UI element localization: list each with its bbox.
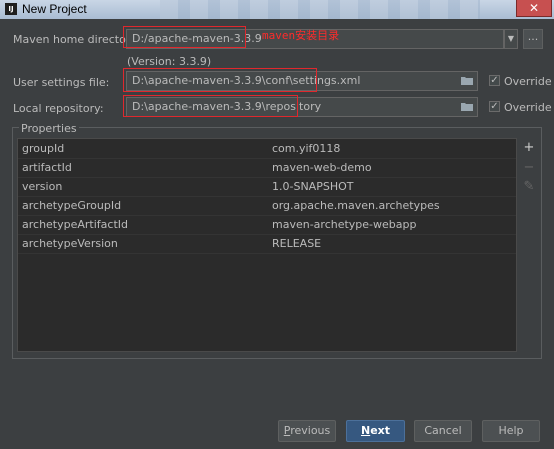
property-value: com.yif0118 [272, 142, 341, 155]
previous-button[interactable]: Previous [278, 420, 336, 442]
maven-home-annotation: maven安装目录 [262, 29, 340, 42]
app-icon: IJ [5, 3, 17, 15]
table-row[interactable]: archetypeArtifactId maven-archetype-weba… [18, 215, 516, 234]
next-label: ext [370, 424, 391, 437]
table-row[interactable]: archetypeVersion RELEASE [18, 234, 516, 253]
chevron-down-icon: ▼ [507, 34, 515, 43]
annotation-highlight-maven-home [123, 26, 246, 48]
property-key: version [22, 180, 63, 193]
folder-icon[interactable] [461, 102, 473, 111]
add-property-button[interactable]: + [522, 140, 536, 155]
properties-table[interactable]: groupId com.yif0118 artifactId maven-web… [17, 138, 517, 352]
remove-property-button[interactable]: − [522, 160, 536, 175]
property-key: groupId [22, 142, 65, 155]
window-title: New Project [22, 2, 87, 16]
user-settings-label: User settings file: [13, 76, 110, 89]
user-settings-override-label: Override [504, 75, 552, 88]
close-button[interactable]: ✕ [516, 0, 552, 17]
annotation-highlight-user-settings [123, 68, 317, 92]
maven-home-browse-button[interactable]: ... [523, 29, 543, 49]
table-row[interactable]: archetypeGroupId org.apache.maven.archet… [18, 196, 516, 215]
next-button[interactable]: Next [346, 420, 405, 442]
maven-version-label: (Version: 3.3.9) [127, 55, 212, 68]
help-button[interactable]: Help [482, 420, 540, 442]
cancel-button[interactable]: Cancel [414, 420, 472, 442]
property-key: archetypeVersion [22, 237, 118, 250]
annotation-highlight-local-repo [123, 95, 298, 117]
maven-home-label: Maven home directory: [13, 33, 140, 46]
property-value: org.apache.maven.archetypes [272, 199, 440, 212]
table-row[interactable]: groupId com.yif0118 [18, 139, 516, 158]
user-settings-override-checkbox[interactable]: ✓ [489, 75, 500, 86]
property-key: artifactId [22, 161, 72, 174]
local-repo-override-checkbox[interactable]: ✓ [489, 101, 500, 112]
folder-icon[interactable] [461, 76, 473, 85]
local-repo-label: Local repository: [13, 102, 104, 115]
maven-home-dropdown-button[interactable]: ▼ [504, 29, 518, 49]
edit-property-button[interactable]: ✎ [522, 179, 536, 194]
row-divider [18, 253, 516, 254]
property-value: 1.0-SNAPSHOT [272, 180, 354, 193]
property-value: RELEASE [272, 237, 322, 250]
property-value: maven-archetype-webapp [272, 218, 417, 231]
table-row[interactable]: artifactId maven-web-demo [18, 158, 516, 177]
local-repo-override-label: Override [504, 101, 552, 114]
previous-label: revious [290, 424, 331, 437]
title-bar: IJ New Project ✕ [0, 0, 554, 19]
properties-title: Properties [19, 122, 79, 135]
title-bar-background [160, 0, 480, 19]
property-key: archetypeArtifactId [22, 218, 128, 231]
table-row[interactable]: version 1.0-SNAPSHOT [18, 177, 516, 196]
property-key: archetypeGroupId [22, 199, 122, 212]
property-value: maven-web-demo [272, 161, 372, 174]
next-mnemonic: N [360, 424, 371, 437]
